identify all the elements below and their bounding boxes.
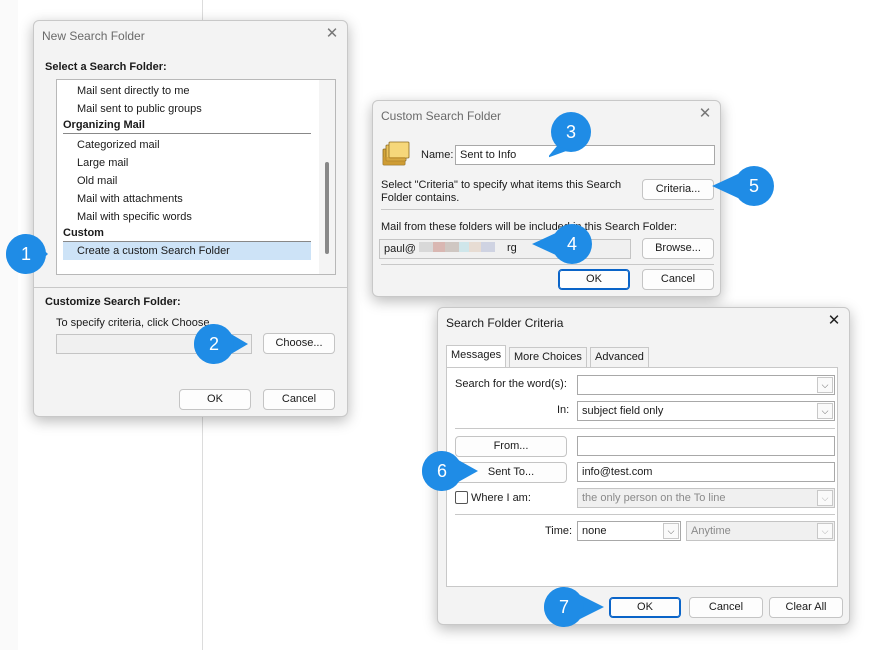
- clear-all-button[interactable]: Clear All: [769, 597, 843, 618]
- from-field[interactable]: [577, 436, 835, 456]
- redacted-text: [419, 241, 507, 253]
- callout-badge: 3: [549, 110, 593, 158]
- callout-number: 1: [20, 244, 31, 264]
- list-item[interactable]: Categorized mail: [77, 136, 160, 154]
- folder-value-prefix: paul@: [384, 243, 416, 255]
- callout-number: 6: [436, 461, 447, 481]
- background-left-strip: [0, 0, 18, 650]
- chevron-down-icon: ⌵: [817, 523, 833, 539]
- divider: [34, 287, 347, 288]
- search-words-label: Search for the word(s):: [455, 378, 567, 390]
- callout-number: 7: [558, 597, 569, 617]
- search-folder-list[interactable]: Mail sent directly to me Mail sent to pu…: [56, 79, 336, 275]
- customize-label: Customize Search Folder:: [45, 296, 181, 308]
- divider: [455, 514, 835, 515]
- tab-more-choices[interactable]: More Choices: [509, 347, 587, 367]
- messages-tab-panel: Search for the word(s): ⌵ In: subject fi…: [446, 367, 838, 587]
- criteria-button[interactable]: Criteria...: [642, 179, 714, 200]
- callout-badge: 2: [192, 322, 248, 366]
- callout-badge: 6: [420, 449, 478, 493]
- name-label: Name:: [421, 149, 454, 161]
- cancel-button[interactable]: Cancel: [263, 389, 335, 410]
- select-folder-label: Select a Search Folder:: [45, 61, 167, 73]
- callout-badge: 1: [4, 232, 48, 276]
- browse-button[interactable]: Browse...: [642, 238, 714, 259]
- tab-advanced[interactable]: Advanced: [590, 347, 649, 367]
- tab-messages[interactable]: Messages: [446, 345, 507, 368]
- list-item[interactable]: Old mail: [77, 172, 117, 190]
- choose-button[interactable]: Choose...: [263, 333, 335, 354]
- in-label: In:: [557, 404, 570, 416]
- chevron-down-icon: ⌵: [817, 490, 833, 506]
- close-icon[interactable]: ✕: [696, 105, 714, 123]
- time-select[interactable]: none ⌵: [577, 521, 681, 541]
- time-label: Time:: [545, 525, 573, 537]
- dialog-title: Custom Search Folder: [381, 109, 502, 123]
- where-i-am-value: the only person on the To line: [582, 492, 726, 504]
- callout-number: 2: [208, 334, 219, 354]
- time-select-value: none: [582, 525, 607, 537]
- list-group-header: Custom: [63, 224, 311, 242]
- scrollbar-thumb[interactable]: [325, 162, 329, 254]
- in-select[interactable]: subject field only ⌵: [577, 401, 835, 421]
- ok-button[interactable]: OK: [179, 389, 251, 410]
- list-item-selected[interactable]: Create a custom Search Folder: [77, 242, 230, 260]
- dialog-title: Search Folder Criteria: [446, 316, 564, 330]
- list-group-header: Organizing Mail: [63, 116, 311, 134]
- folders-description: Mail from these folders will be included…: [381, 221, 677, 233]
- chevron-down-icon[interactable]: ⌵: [663, 523, 679, 539]
- time-range-value: Anytime: [691, 525, 731, 537]
- divider: [455, 428, 835, 429]
- divider: [381, 264, 714, 265]
- chevron-down-icon[interactable]: ⌵: [817, 377, 833, 393]
- search-folder-icon: [382, 141, 410, 166]
- time-range-select: Anytime ⌵: [686, 521, 835, 541]
- dialog-title: New Search Folder: [42, 29, 145, 43]
- callout-badge: 7: [542, 585, 604, 629]
- folder-value-suffix: rg: [507, 242, 517, 254]
- close-icon[interactable]: ✕: [825, 312, 843, 330]
- chevron-down-icon[interactable]: ⌵: [817, 403, 833, 419]
- search-folder-criteria-dialog: Search Folder Criteria ✕ Messages More C…: [437, 307, 850, 625]
- cancel-button[interactable]: Cancel: [689, 597, 763, 618]
- cancel-button[interactable]: Cancel: [642, 269, 714, 290]
- criteria-hint: To specify criteria, click Choose.: [56, 317, 213, 329]
- list-item[interactable]: Large mail: [77, 154, 128, 172]
- where-i-am-label: Where I am:: [471, 492, 531, 504]
- search-words-field[interactable]: ⌵: [577, 375, 835, 395]
- callout-number: 3: [565, 122, 576, 142]
- criteria-description: Select "Criteria" to specify what items …: [381, 179, 622, 204]
- ok-button[interactable]: OK: [558, 269, 630, 290]
- callout-pointer: [712, 174, 738, 198]
- close-icon[interactable]: ✕: [323, 25, 341, 43]
- new-search-folder-dialog: New Search Folder ✕ Select a Search Fold…: [33, 20, 348, 417]
- sent-to-field[interactable]: info@test.com: [577, 462, 835, 482]
- where-i-am-select: the only person on the To line ⌵: [577, 488, 835, 508]
- list-item[interactable]: Mail with attachments: [77, 190, 183, 208]
- divider: [381, 209, 714, 210]
- custom-search-folder-dialog: Custom Search Folder ✕ Name: Sent to Inf…: [372, 100, 721, 297]
- list-item[interactable]: Mail sent directly to me: [77, 82, 189, 100]
- ok-button[interactable]: OK: [609, 597, 681, 618]
- callout-pointer: [532, 232, 558, 256]
- in-select-value: subject field only: [582, 405, 664, 417]
